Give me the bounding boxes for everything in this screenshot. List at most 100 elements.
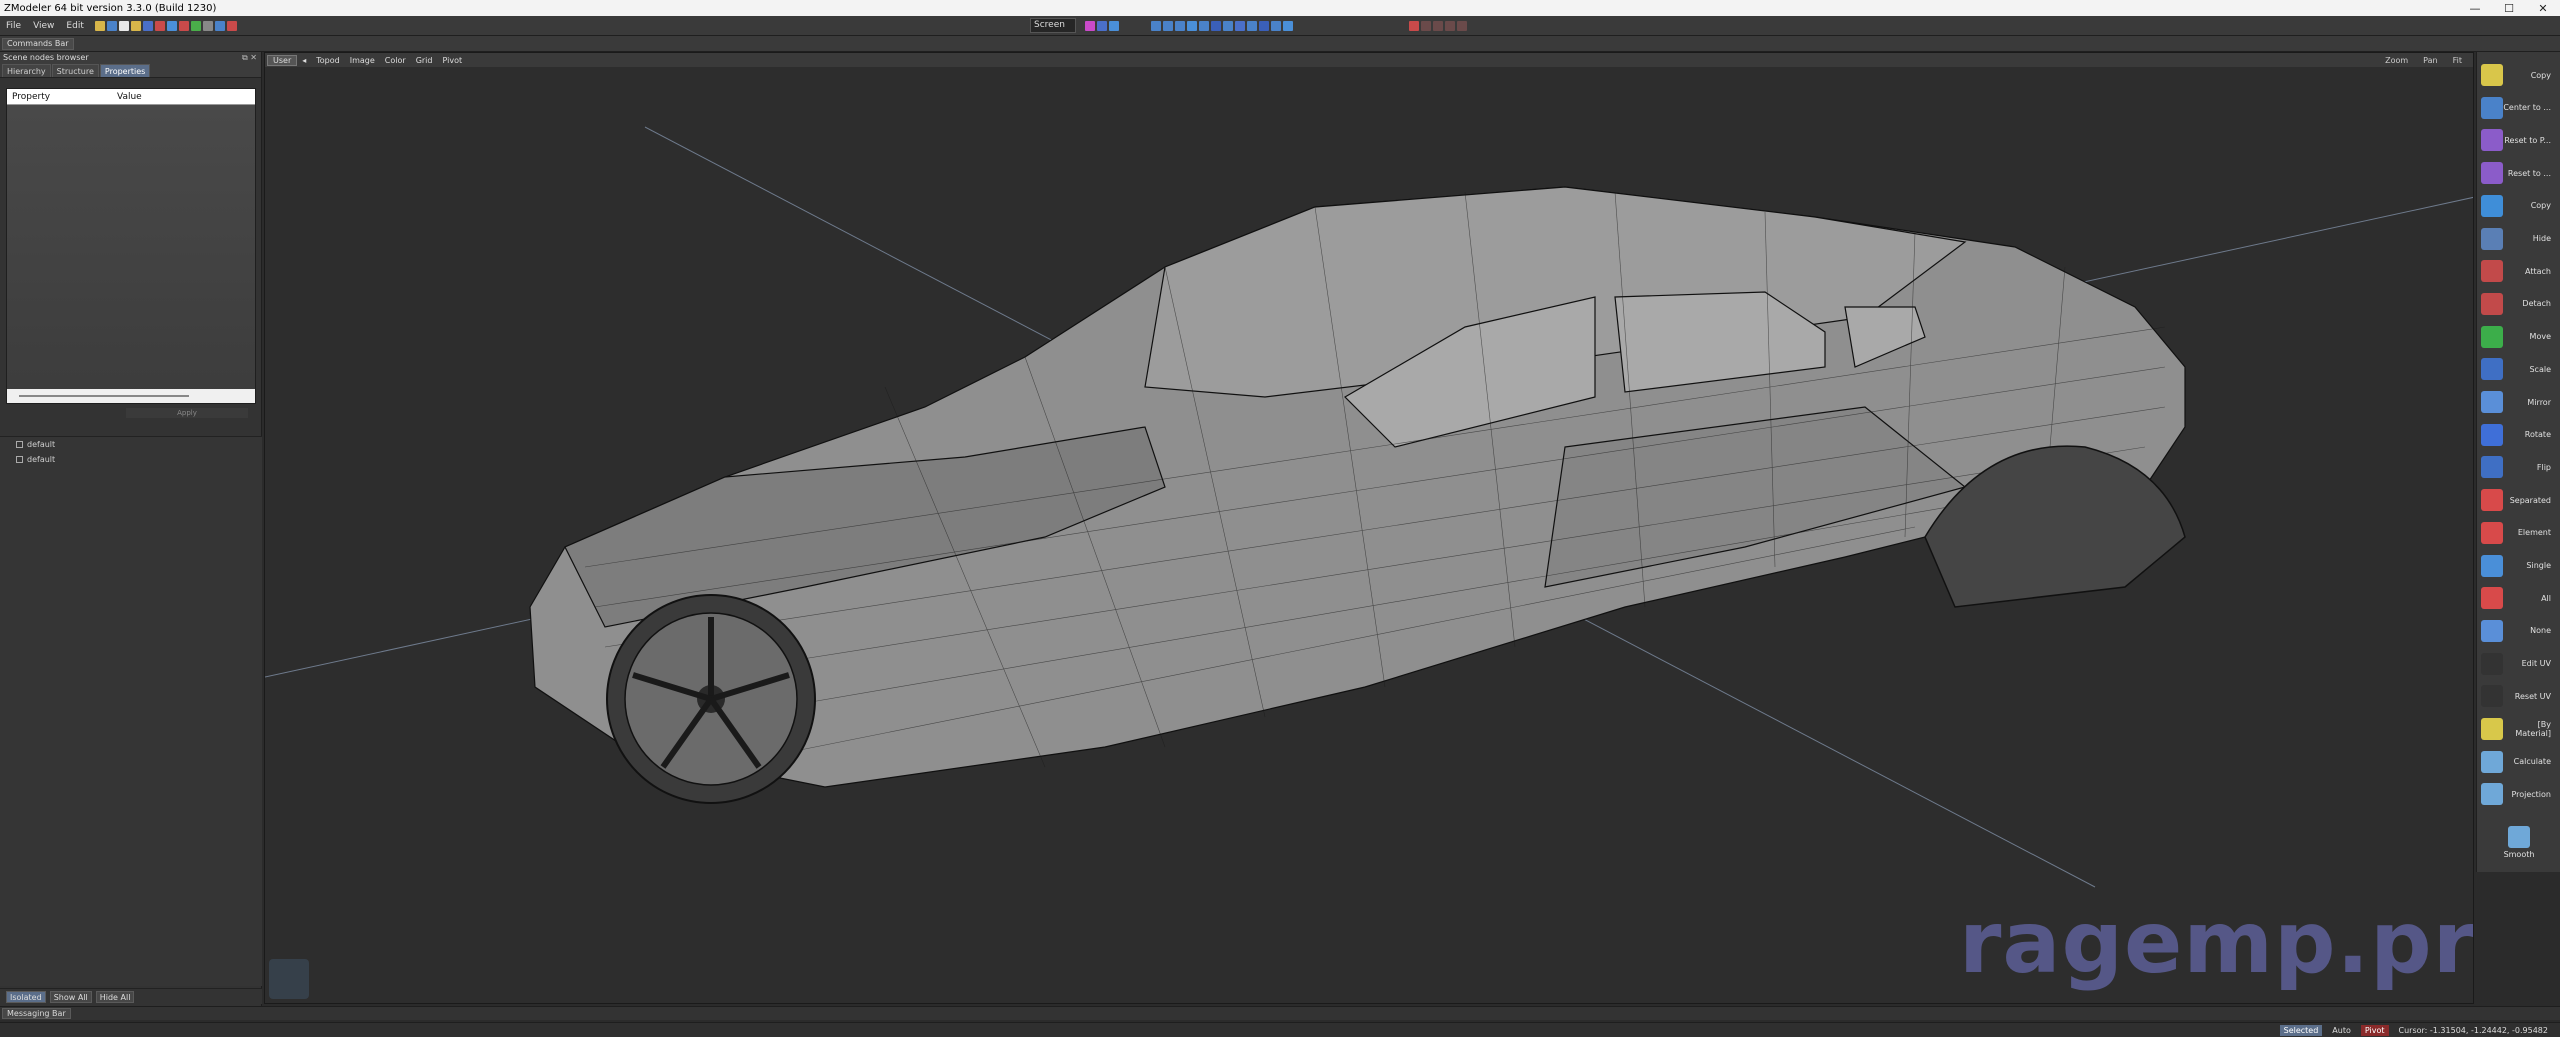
isolated-button[interactable]: Isolated bbox=[6, 990, 46, 1003]
show-all-button[interactable]: Show All bbox=[49, 990, 92, 1003]
window-icon[interactable] bbox=[214, 20, 225, 31]
tool-all-button[interactable]: All bbox=[2479, 583, 2559, 613]
camera-icon[interactable] bbox=[1259, 20, 1269, 31]
viewport-camera-menu[interactable]: User bbox=[267, 54, 298, 66]
grid-snap-icon[interactable] bbox=[1235, 20, 1245, 31]
record-icon[interactable] bbox=[1409, 20, 1419, 31]
viewport-topod-menu[interactable]: Topod bbox=[311, 56, 344, 65]
coordinate-space-select[interactable]: Screen bbox=[1030, 18, 1076, 33]
save-file-icon[interactable] bbox=[142, 20, 153, 31]
about-icon[interactable] bbox=[106, 20, 117, 31]
settings-icon[interactable] bbox=[202, 20, 213, 31]
tools-icon[interactable] bbox=[226, 20, 237, 31]
selected-status[interactable]: Selected bbox=[2279, 1024, 2323, 1036]
layout-icon[interactable] bbox=[1283, 20, 1293, 31]
polygon-mode-icon[interactable] bbox=[1175, 20, 1185, 31]
tool-flip-button[interactable]: Flip bbox=[2479, 452, 2559, 482]
close-button[interactable]: ✕ bbox=[2526, 2, 2560, 15]
menu-file[interactable]: File bbox=[0, 21, 27, 31]
pivot-status[interactable]: Pivot bbox=[2360, 1024, 2389, 1036]
tool-reset-uv-button[interactable]: Reset UV bbox=[2479, 681, 2559, 711]
smooth-label: Smooth bbox=[2503, 850, 2535, 859]
tab-structure[interactable]: Structure bbox=[51, 64, 99, 77]
tab-properties[interactable]: Properties bbox=[99, 64, 151, 77]
select-filter-icon[interactable] bbox=[1109, 20, 1119, 31]
panel-buttons[interactable]: ⧉ ✕ bbox=[242, 52, 257, 64]
tool-separated-button[interactable]: Separated bbox=[2479, 485, 2559, 515]
tool-single-button[interactable]: Single bbox=[2479, 551, 2559, 581]
tool-mirror-button[interactable]: Mirror bbox=[2479, 387, 2559, 417]
viewport-grid-menu[interactable]: Grid bbox=[411, 56, 438, 65]
vertex-mode-icon[interactable] bbox=[1151, 20, 1161, 31]
import-icon[interactable] bbox=[154, 20, 165, 31]
object-mode-icon[interactable] bbox=[1187, 20, 1197, 31]
select-icon[interactable] bbox=[1085, 20, 1095, 31]
tool-c-icon[interactable] bbox=[1445, 20, 1455, 31]
fit-button[interactable]: Fit bbox=[2448, 56, 2467, 65]
tool-label: Move bbox=[2529, 332, 2551, 342]
tab-hierarchy[interactable]: Hierarchy bbox=[2, 64, 51, 77]
help-icon[interactable] bbox=[94, 20, 105, 31]
auto-status[interactable]: Auto bbox=[2328, 1025, 2355, 1036]
tool-hide-button[interactable]: Hide bbox=[2479, 224, 2559, 254]
tool-move-button[interactable]: Move bbox=[2479, 322, 2559, 352]
tool-a-icon[interactable] bbox=[1421, 20, 1431, 31]
commands-bar-label[interactable]: Commands Bar bbox=[2, 38, 74, 50]
car-wireframe-scene[interactable] bbox=[265, 67, 2474, 1004]
tree-item[interactable]: default bbox=[0, 452, 262, 467]
tool-b-icon[interactable] bbox=[1433, 20, 1443, 31]
tool-center-to-button[interactable]: Center to ... bbox=[2479, 93, 2559, 123]
hide-all-button[interactable]: Hide All bbox=[95, 990, 135, 1003]
select-mode-icon[interactable] bbox=[1097, 20, 1107, 31]
viewport-image-menu[interactable]: Image bbox=[345, 56, 380, 65]
tool-reset-to-button[interactable]: Reset to ... bbox=[2479, 158, 2559, 188]
maximize-button[interactable]: ☐ bbox=[2492, 2, 2526, 15]
viewport-pivot-menu[interactable]: Pivot bbox=[437, 56, 467, 65]
tool-detach-button[interactable]: Detach bbox=[2479, 289, 2559, 319]
properties-scrollbar[interactable] bbox=[7, 389, 255, 403]
tool-element-button[interactable]: Element bbox=[2479, 518, 2559, 548]
tool-label: Hide bbox=[2532, 234, 2551, 243]
expand-icon[interactable] bbox=[16, 456, 23, 463]
menu-view[interactable]: View bbox=[27, 21, 60, 31]
tool-attach-button[interactable]: Attach bbox=[2479, 256, 2559, 286]
open-file-icon[interactable] bbox=[130, 20, 141, 31]
snap-icon[interactable] bbox=[1223, 20, 1233, 31]
view-icon[interactable] bbox=[1247, 20, 1257, 31]
tool-reset-to-p-button[interactable]: Reset to P... bbox=[2479, 125, 2559, 155]
tool-copy-button[interactable]: Copy bbox=[2479, 191, 2559, 221]
messaging-bar-label[interactable]: Messaging Bar bbox=[2, 1008, 71, 1019]
zoom-button[interactable]: Zoom bbox=[2380, 56, 2413, 65]
expand-icon[interactable] bbox=[16, 441, 23, 448]
new-file-icon[interactable] bbox=[118, 20, 129, 31]
axis-icon[interactable] bbox=[1211, 20, 1221, 31]
tool-scale-button[interactable]: Scale bbox=[2479, 354, 2559, 384]
apply-button[interactable]: Apply bbox=[126, 408, 248, 418]
tool-label: Detach bbox=[2522, 299, 2551, 309]
pan-button[interactable]: Pan bbox=[2418, 56, 2442, 65]
element-mode-icon[interactable] bbox=[1199, 20, 1209, 31]
tool-d-icon[interactable] bbox=[1457, 20, 1467, 31]
export-icon[interactable] bbox=[166, 20, 177, 31]
tool-projection-button[interactable]: Projection bbox=[2479, 779, 2559, 809]
menu-edit[interactable]: Edit bbox=[60, 21, 89, 31]
tool-rotate-button[interactable]: Rotate bbox=[2479, 420, 2559, 450]
tree-item[interactable]: default bbox=[0, 437, 262, 452]
tool-none-button[interactable]: None bbox=[2479, 616, 2559, 646]
tool-label: Edit UV bbox=[2521, 659, 2551, 669]
smooth-button[interactable]: Smooth bbox=[2479, 822, 2559, 862]
redo-icon[interactable] bbox=[190, 20, 201, 31]
axis-gizmo-icon[interactable] bbox=[269, 959, 309, 999]
tool-calculate-button[interactable]: Calculate bbox=[2479, 747, 2559, 777]
undo-icon[interactable] bbox=[178, 20, 189, 31]
viewport-3d[interactable]: User ◂ Topod Image Color Grid Pivot Zoom… bbox=[264, 52, 2474, 1004]
tool-copy-button[interactable]: Copy bbox=[2479, 60, 2559, 90]
viewport-color-menu[interactable]: Color bbox=[380, 56, 411, 65]
edge-mode-icon[interactable] bbox=[1163, 20, 1173, 31]
tool-by-material-button[interactable]: [By Material] bbox=[2479, 714, 2559, 744]
render-icon[interactable] bbox=[1271, 20, 1281, 31]
scroll-thumb[interactable] bbox=[19, 395, 189, 397]
minimize-button[interactable]: — bbox=[2458, 2, 2492, 15]
tool-edit-uv-button[interactable]: Edit UV bbox=[2479, 649, 2559, 679]
viewport-arrow-button[interactable]: ◂ bbox=[297, 56, 311, 65]
